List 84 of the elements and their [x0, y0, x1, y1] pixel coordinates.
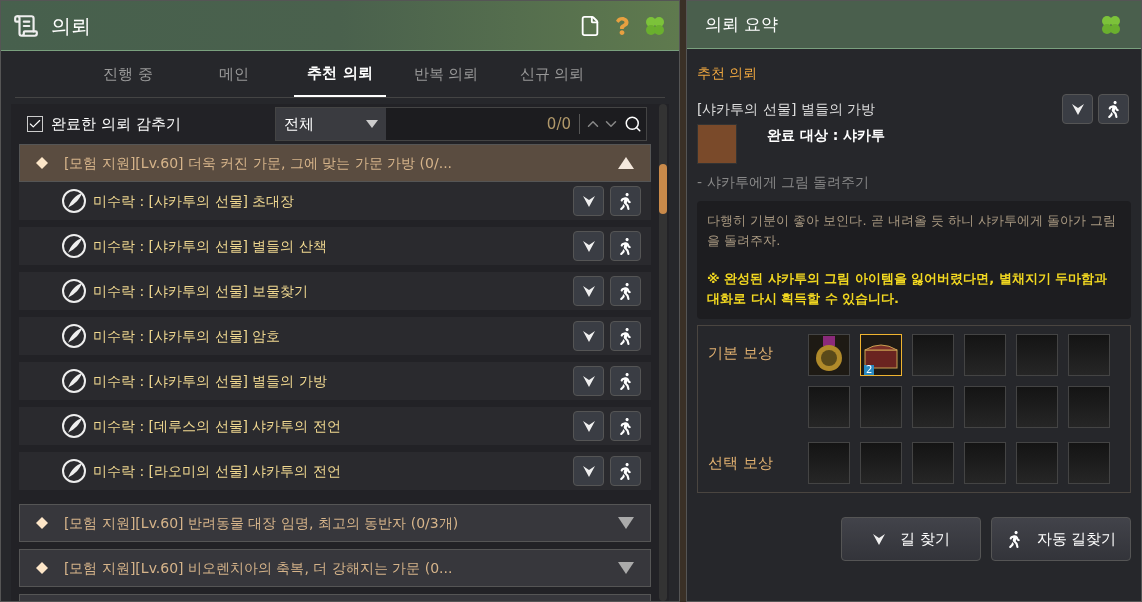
chevron-down-icon [872, 532, 887, 546]
npc-portrait-placeholder [697, 124, 737, 164]
auto-path-button[interactable] [610, 276, 641, 306]
auto-path-button[interactable] [610, 456, 641, 486]
search-icon[interactable] [624, 115, 642, 133]
diamond-icon [36, 517, 48, 529]
quest-title: [샤카투의 선물] 별들의 가방 [697, 99, 877, 119]
auto-path-button[interactable] [610, 366, 641, 396]
chevron-down-icon [1070, 102, 1085, 116]
triangle-down-icon [618, 517, 634, 529]
walking-icon [617, 417, 634, 435]
quest-title: 미수락 : [샤카투의 선물] 암호 [93, 326, 282, 346]
reward-slot[interactable]: 2 [860, 334, 902, 376]
checkbox-label: 완료한 의뢰 감추기 [51, 113, 182, 135]
auto-path-button[interactable]: 자동 길찾기 [991, 517, 1131, 561]
quest-group-header[interactable]: [모험 지원][Lv.60] 더욱 커진 가문, 그에 맞는 가문 가방 (0/... [19, 144, 651, 182]
category-label: 추천 의뢰 [697, 64, 759, 83]
document-icon[interactable] [579, 14, 601, 37]
triangle-down-icon [618, 562, 634, 574]
auto-path-button[interactable] [610, 231, 641, 261]
quest-title: 미수락 : [샤카투의 선물] 별들의 산책 [93, 236, 328, 256]
badge: 2 [864, 365, 875, 375]
navigate-button[interactable] [573, 366, 604, 396]
reward-label: 선택 보상 [708, 452, 774, 474]
chevron-down-icon [581, 284, 596, 298]
quest-group-header[interactable]: [모험 지원][Lv.60] 비오렌치아의 축복, 더 강해지는 가문 (0... [19, 549, 651, 587]
check-icon [28, 117, 42, 131]
triangle-up-icon [618, 157, 634, 169]
diamond-icon [36, 157, 48, 169]
tab[interactable]: 반복 의뢰 [400, 51, 492, 97]
walking-icon [617, 282, 634, 300]
navigate-button[interactable] [573, 276, 604, 306]
auto-path-button[interactable] [1098, 94, 1129, 124]
walking-icon [617, 237, 634, 255]
navigate-button[interactable] [573, 321, 604, 351]
tab[interactable]: 메인 [188, 51, 280, 97]
chevron-down-icon [581, 464, 596, 478]
window-title: 의뢰 [51, 12, 92, 40]
quest-title: 미수락 : [샤카투의 선물] 별들의 가방 [93, 371, 328, 391]
chevron-down-icon [581, 329, 596, 343]
walking-icon [617, 462, 634, 480]
navigate-button[interactable] [573, 231, 604, 261]
checkbox[interactable] [27, 116, 43, 132]
navigate-button[interactable] [573, 456, 604, 486]
filter-dropdown[interactable]: 전체 [275, 108, 386, 140]
walking-icon [617, 327, 634, 345]
quest-title: 미수락 : [샤카투의 선물] 보물찾기 [93, 281, 310, 301]
objective-text: - 샤카투에게 그림 돌려주기 [697, 173, 871, 192]
group-title: [모험 지원][Lv.60] 반려동물 대장 임명, 최고의 동반자 (0/3개) [64, 513, 460, 533]
scrollbar[interactable] [659, 104, 667, 601]
group-title: [모험 지원][Lv.60] 비오렌치아의 축복, 더 강해지는 가문 (0... [64, 558, 454, 578]
navigate-button[interactable] [573, 411, 604, 441]
auto-path-button[interactable] [610, 411, 641, 441]
diamond-icon [36, 562, 48, 574]
quest-title: 미수락 : [라오미의 선물] 샤카투의 전언 [93, 461, 342, 481]
walking-icon [617, 192, 634, 210]
chevron-down-icon [581, 239, 596, 253]
walking-icon [1105, 100, 1122, 118]
chevron-down-icon [581, 419, 596, 433]
walking-icon [617, 372, 634, 390]
quest-title: 미수락 : [데루스의 선물] 샤카투의 전언 [93, 416, 342, 436]
quest-title: 미수락 : [샤카투의 선물] 초대장 [93, 191, 296, 211]
reward-label: 기본 보상 [708, 343, 774, 364]
tab[interactable]: 추천 의뢰 [294, 51, 386, 97]
reward-slot[interactable] [808, 334, 850, 376]
target-text: 완료 대상 : 샤카투 [767, 126, 886, 145]
triangle-down-icon [365, 120, 378, 128]
navigate-button[interactable] [1062, 94, 1093, 124]
scrollbar-thumb[interactable] [659, 164, 667, 214]
group-title: [모험 지원][Lv.60] 더욱 커진 가문, 그에 맞는 가문 가방 (0/... [64, 153, 454, 173]
search-count: 0/0 [546, 113, 572, 135]
tab[interactable]: 신규 의뢰 [506, 51, 598, 97]
tab[interactable]: 진행 중 [82, 51, 174, 97]
chevron-down-icon [581, 194, 596, 208]
auto-path-button[interactable] [610, 186, 641, 216]
navigate-button[interactable]: 길 찾기 [841, 517, 981, 561]
description-text: 다행히 기분이 좋아 보인다. 곧 내려올 듯 하니 샤카투에게 돌아가 그림을 돌려주자. [707, 212, 1118, 250]
chevron-down-icon [581, 374, 596, 388]
auto-path-button[interactable] [610, 321, 641, 351]
window-title: 의뢰 요약 [705, 12, 780, 36]
scroll-icon [13, 12, 39, 39]
navigate-button[interactable] [573, 186, 604, 216]
quest-group-header[interactable]: [모험 지원][Lv.60] 반려동물 대장 임명, 최고의 동반자 (0/3개) [19, 504, 651, 542]
notice-text: ※ 완성된 샤카투의 그림 아이템을 잃어버렸다면, 별채지기 두마함과 대화로 다시 획득할 수 있습니다. [707, 270, 1109, 308]
